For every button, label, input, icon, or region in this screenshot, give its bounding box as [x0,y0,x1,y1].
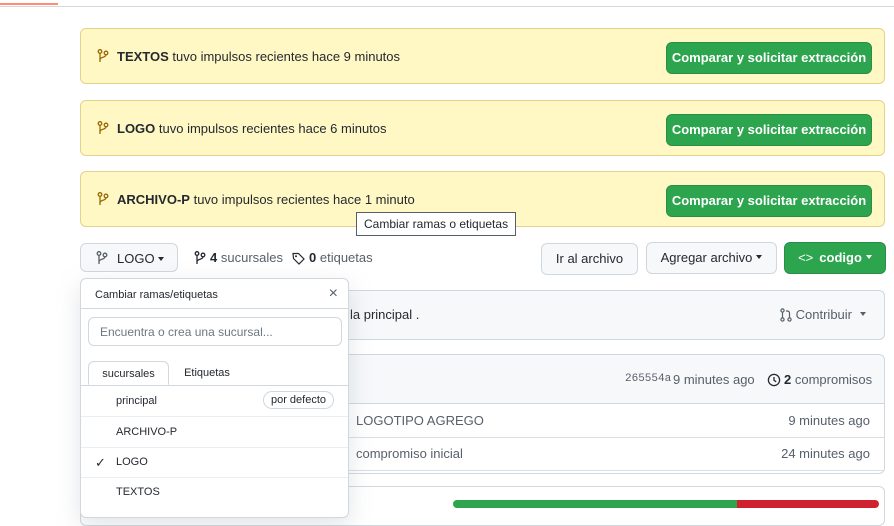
branch-name: ARCHIVO-P [116,426,178,438]
tab-tags[interactable]: Etiquetas [171,361,243,385]
tooltip: Cambiar ramas o etiquetas [356,212,517,236]
chevron-down-icon [756,255,763,259]
dropdown-title: Cambiar ramas/etiquetas [95,289,218,301]
chevron-down-icon [158,257,164,261]
branch-icon [194,251,206,264]
dropdown-tabs: sucursales Etiquetas [81,361,348,386]
branch-item-principal[interactable]: principal por defecto [81,386,348,417]
branches-link[interactable]: 4 sucursales [194,250,283,265]
branch-name: TEXTOS [116,486,160,498]
commit-time: 9 minutes ago [788,413,870,428]
banner-text: ARCHIVO-P tuvo impulsos recientes hace 1… [117,192,415,207]
commit-time: 9 minutes ago [673,372,755,387]
check-icon: ✓ [95,455,106,470]
branch-item-textos[interactable]: TEXTOS [81,477,348,507]
add-file-button[interactable]: Agregar archivo [646,242,777,274]
branch-select-button[interactable]: LOGO [80,243,178,272]
compare-pull-request-button[interactable]: Comparar y solicitar extracción [666,42,872,74]
language-bar-segment [453,500,737,508]
compare-pull-request-button[interactable]: Comparar y solicitar extracción [666,114,872,146]
tab-branches[interactable]: sucursales [88,361,169,385]
branch-search-input[interactable] [88,317,342,346]
contribute-button[interactable]: Contribuir [779,307,866,322]
code-icon: <> [798,250,814,265]
history-icon [767,373,781,387]
commits-link[interactable]: 2 compromisos [767,372,872,387]
branch-compare-text: la principal . [350,307,420,322]
branch-icon [96,251,108,264]
go-to-file-button[interactable]: Ir al archivo [541,243,638,275]
banner-text: TEXTOS tuvo impulsos recientes hace 9 mi… [117,49,401,64]
code-button[interactable]: <> codigo [784,242,886,274]
active-tab-indicator [0,3,58,5]
branch-name: LOGO [116,456,148,468]
branch-icon [97,121,109,134]
commit-sha[interactable]: 265554a [625,373,671,385]
branch-item-archivo-p[interactable]: ARCHIVO-P [81,417,348,448]
tags-link[interactable]: 0 etiquetas [292,250,373,265]
commit-time: 24 minutes ago [781,446,870,461]
close-icon[interactable]: × [329,285,338,303]
recent-push-banner-logo: LOGO tuvo impulsos recientes hace 6 minu… [80,100,885,156]
current-branch-label: LOGO [117,251,155,266]
pull-request-icon [779,308,792,322]
chevron-down-icon [865,255,872,259]
recent-push-banner-textos: TEXTOS tuvo impulsos recientes hace 9 mi… [80,28,885,84]
branch-icon [97,49,109,62]
top-nav-underline [0,0,894,7]
default-badge: por defecto [262,391,334,409]
tag-icon [292,252,305,265]
branch-icon [97,192,109,205]
compare-pull-request-button[interactable]: Comparar y solicitar extracción [666,185,872,217]
chevron-down-icon [860,312,866,316]
branch-name: principal [116,395,157,407]
divider [81,308,348,309]
language-bar-segment [737,500,879,508]
commit-message[interactable]: compromiso inicial [356,446,463,461]
branch-item-logo[interactable]: ✓ LOGO [81,447,348,478]
branch-dropdown: Cambiar ramas/etiquetas × sucursales Eti… [80,278,349,518]
banner-text: LOGO tuvo impulsos recientes hace 6 minu… [117,121,387,136]
commit-message[interactable]: LOGOTIPO AGREGO [356,413,484,428]
